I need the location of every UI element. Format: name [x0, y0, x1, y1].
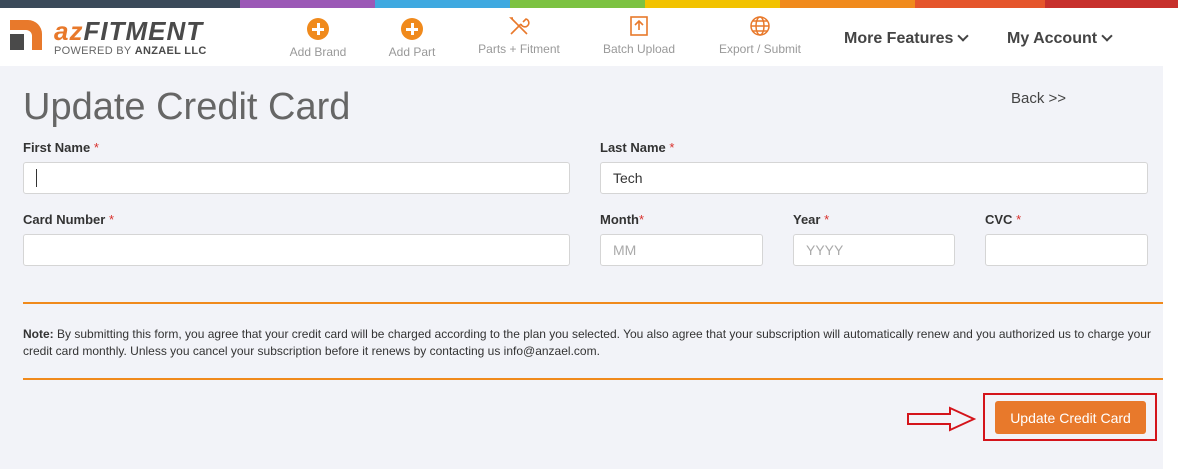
nav-export-submit[interactable]: Export / Submit	[714, 14, 806, 56]
tools-icon	[509, 17, 530, 35]
globe-icon	[750, 16, 770, 36]
nav-add-brand-label: Add Brand	[289, 45, 347, 59]
nav-add-brand[interactable]: Add Brand	[288, 14, 348, 59]
arrow-right-icon	[907, 406, 976, 432]
nav-more-features[interactable]: More Features	[844, 30, 970, 48]
nav-add-part-label: Add Part	[388, 45, 436, 59]
cvc-input[interactable]	[985, 234, 1148, 266]
logo-mark-icon	[10, 20, 42, 50]
more-features-label: More Features	[844, 30, 954, 47]
month-label: Month*	[600, 212, 645, 227]
month-input[interactable]	[600, 234, 763, 266]
nav-batch-upload-label: Batch Upload	[602, 42, 676, 56]
upload-icon	[630, 16, 648, 36]
card-number-input[interactable]	[23, 234, 570, 266]
nav-batch-upload[interactable]: Batch Upload	[599, 14, 679, 56]
nav-parts-fitment-label: Parts + Fitment	[478, 42, 560, 56]
last-name-input[interactable]	[600, 162, 1148, 194]
main-content: Update Credit Card Back >> First Name * …	[0, 66, 1163, 469]
last-name-label: Last Name *	[600, 140, 675, 155]
cvc-label: CVC *	[985, 212, 1022, 227]
divider-top	[23, 302, 1163, 304]
back-link[interactable]: Back >>	[1011, 90, 1066, 107]
color-bar	[0, 0, 1178, 8]
brand-tagline: POWERED BY ANZAEL LLC	[54, 45, 207, 57]
terms-note: Note: By submitting this form, you agree…	[23, 327, 1151, 358]
nav-parts-fitment[interactable]: Parts + Fitment	[474, 14, 564, 56]
plus-circle-icon	[401, 18, 423, 40]
brand-name: azFITMENT	[54, 16, 204, 46]
right-gutter	[1163, 66, 1178, 469]
year-input[interactable]	[793, 234, 955, 266]
update-credit-card-button[interactable]: Update Credit Card	[995, 401, 1146, 434]
card-number-label: Card Number *	[23, 212, 115, 227]
nav-export-submit-label: Export / Submit	[718, 42, 802, 56]
header: azFITMENT POWERED BY ANZAEL LLC Add Bran…	[0, 8, 1178, 66]
chevron-down-icon	[957, 30, 970, 42]
page-title: Update Credit Card	[23, 86, 351, 128]
plus-circle-icon	[307, 18, 329, 40]
my-account-label: My Account	[1007, 30, 1098, 47]
nav-add-part[interactable]: Add Part	[385, 14, 439, 59]
year-label: Year *	[793, 212, 830, 227]
text-cursor	[36, 169, 37, 187]
first-name-label: First Name *	[23, 140, 99, 155]
brand-logo[interactable]: azFITMENT POWERED BY ANZAEL LLC	[8, 14, 218, 60]
first-name-input[interactable]	[23, 162, 570, 194]
nav-my-account[interactable]: My Account	[1007, 30, 1113, 48]
divider-bottom	[23, 378, 1163, 380]
chevron-down-icon	[1101, 30, 1113, 42]
